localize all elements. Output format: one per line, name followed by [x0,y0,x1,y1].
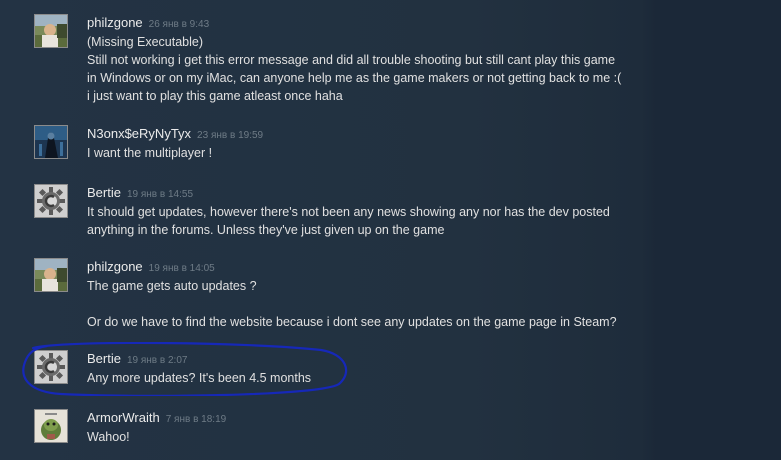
dark-character-icon [35,126,67,158]
author-name[interactable]: philzgone [87,15,143,30]
comment-text: The game gets auto updates ? Or do we ha… [87,279,617,329]
comment-timestamp: 19 янв в 14:05 [148,263,215,274]
avatar[interactable] [34,14,68,48]
avatar[interactable] [34,258,68,292]
comment-text: Any more updates? It's been 4.5 months [87,371,312,385]
comment-text: (Missing Executable) Still not working i… [87,35,622,103]
gear-icon [35,351,67,383]
avatar[interactable] [34,409,68,443]
author-name[interactable]: philzgone [87,259,143,274]
comment-header: Bertie 19 янв в 14:55 [87,184,193,202]
avatar[interactable] [34,350,68,384]
comment-header: philzgone 19 янв в 14:05 [87,258,215,276]
comment-header: Bertie 19 янв в 2:07 [87,350,187,368]
comment-timestamp: 23 янв в 19:59 [197,130,264,141]
comment-text: Wahoo! [87,430,130,444]
comment-text: It should get updates, however there's n… [87,205,610,237]
comment-text: I want the multiplayer ! [87,146,213,160]
author-name[interactable]: N3onx$eRyNyTyx [87,126,191,141]
author-name[interactable]: Bertie [87,185,121,200]
person-photo-icon [35,259,67,291]
comment-timestamp: 19 янв в 2:07 [126,355,188,366]
comment-header: ArmorWraith 7 янв в 18:19 [87,409,226,427]
author-name[interactable]: ArmorWraith [87,410,160,425]
comment-timestamp: 19 янв в 14:55 [126,189,194,200]
author-name[interactable]: Bertie [87,351,121,366]
gear-icon [35,185,67,217]
avatar[interactable] [34,125,68,159]
person-photo-icon [35,15,67,47]
avatar[interactable] [34,184,68,218]
green-creature-icon [35,410,67,442]
comment-timestamp: 26 янв в 9:43 [148,19,210,30]
comment-header: philzgone 26 янв в 9:43 [87,14,209,32]
comment-header: N3onx$eRyNyTyx 23 янв в 19:59 [87,125,263,143]
comment-timestamp: 7 янв в 18:19 [165,414,227,425]
